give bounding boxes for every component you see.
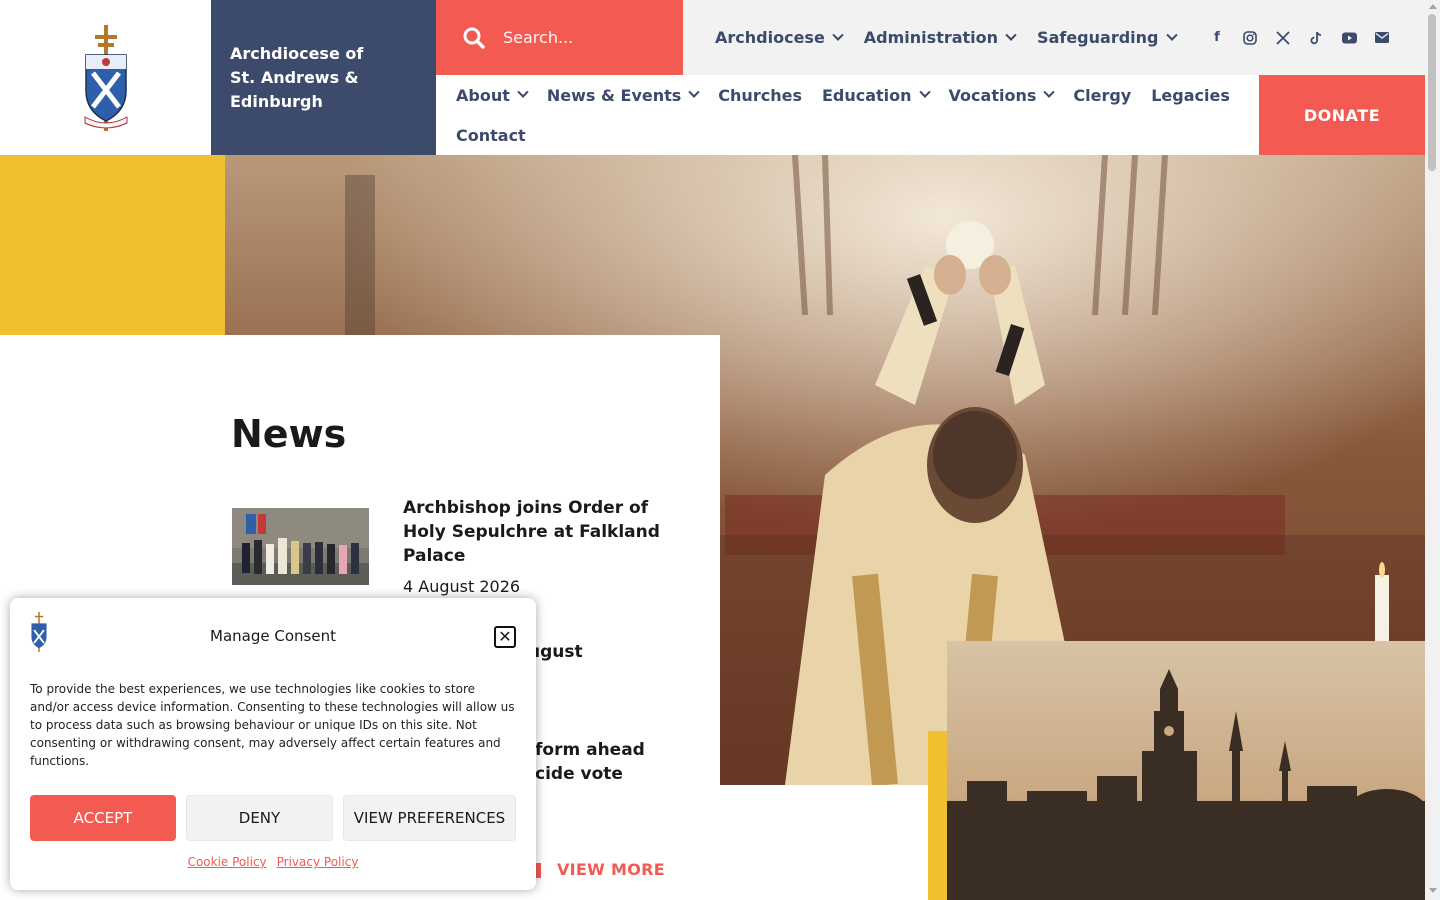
top-nav-archdiocese[interactable]: Archdiocese [715,28,844,47]
chevron-down-icon [1165,29,1178,41]
close-icon[interactable]: ✕ [494,626,516,648]
nav-contact[interactable]: Contact [456,123,526,147]
top-nav-safeguarding[interactable]: Safeguarding [1037,28,1178,47]
site-name-line: Archdiocese of [230,44,364,63]
search-input[interactable] [503,28,673,47]
search-icon[interactable] [463,27,485,49]
youtube-icon[interactable] [1341,30,1357,45]
top-nav-administration[interactable]: Administration [863,28,1017,47]
nav-label: Clergy [1073,85,1132,105]
nav-label: Churches [718,85,802,105]
chevron-down-icon [517,86,529,98]
nav-label: About [456,85,510,105]
main-nav: About News & Events Churches Education V… [436,75,1259,155]
consent-links: Cookie Policy Privacy Policy [10,855,536,869]
news-date: 4 August 2026 [403,577,521,596]
site-name-line: St. Andrews & [230,68,359,87]
facebook-icon[interactable]: f [1210,30,1225,45]
view-more-link[interactable]: VIEW MORE [557,860,665,879]
view-preferences-button[interactable]: VIEW PREFERENCES [343,795,516,841]
decorative-block [0,155,225,335]
cookie-policy-link[interactable]: Cookie Policy [188,855,267,869]
news-heading: News [231,412,347,456]
accept-button[interactable]: ACCEPT [30,795,176,841]
scrollbar-thumb[interactable] [1428,14,1436,171]
nav-about[interactable]: About [456,83,529,107]
consent-dialog: Manage Consent ✕ To provide the best exp… [10,598,536,890]
top-nav-label: Administration [863,28,999,47]
site-name-line: Edinburgh [230,92,323,111]
city-skyline-image [947,641,1425,900]
news-thumbnail[interactable] [232,508,369,585]
nav-churches[interactable]: Churches [718,83,802,107]
consent-text: To provide the best experiences, we use … [30,682,515,768]
nav-news-events[interactable]: News & Events [546,83,700,107]
decorative-block [928,731,947,900]
scroll-up-arrow-icon[interactable] [1429,4,1437,9]
nav-label: News & Events [546,85,682,105]
privacy-policy-link[interactable]: Privacy Policy [277,855,359,869]
deny-button[interactable]: DENY [186,795,333,841]
search-bar [436,0,683,75]
nav-label: Contact [456,125,526,145]
nav-label: Legacies [1151,85,1230,105]
nav-education[interactable]: Education [821,83,931,107]
crest-logo-icon [84,24,127,131]
site-name[interactable]: Archdiocese of St. Andrews & Edinburgh [211,0,436,155]
chevron-down-icon [688,86,700,98]
tiktok-icon[interactable] [1309,30,1324,45]
news-headline[interactable]: Archbishop joins Order of Holy Sepulchre… [403,496,663,568]
nav-legacies[interactable]: Legacies [1151,83,1230,107]
news-headline[interactable]: form ahead cide vote [535,738,675,786]
instagram-icon[interactable] [1243,30,1258,45]
chevron-down-icon [1005,29,1017,41]
social-links: f [1210,30,1390,45]
site-logo[interactable] [0,0,211,155]
top-nav-label: Safeguarding [1037,28,1159,47]
nav-clergy[interactable]: Clergy [1073,83,1131,107]
email-icon[interactable] [1375,30,1390,45]
consent-title: Manage Consent [210,627,336,645]
news-headline[interactable]: ugust [528,640,788,664]
top-nav: Archdiocese Administration Safeguarding … [683,0,1425,75]
chevron-down-icon [832,29,844,41]
scroll-down-arrow-icon[interactable] [1429,888,1437,893]
nav-vocations[interactable]: Vocations [948,83,1056,107]
chevron-down-icon [918,86,931,98]
donate-button[interactable]: DONATE [1259,75,1425,155]
top-nav-label: Archdiocese [715,28,825,47]
nav-label: Education [821,85,912,105]
nav-label: Vocations [948,85,1037,105]
x-icon[interactable] [1276,30,1291,45]
chevron-down-icon [1043,86,1056,98]
